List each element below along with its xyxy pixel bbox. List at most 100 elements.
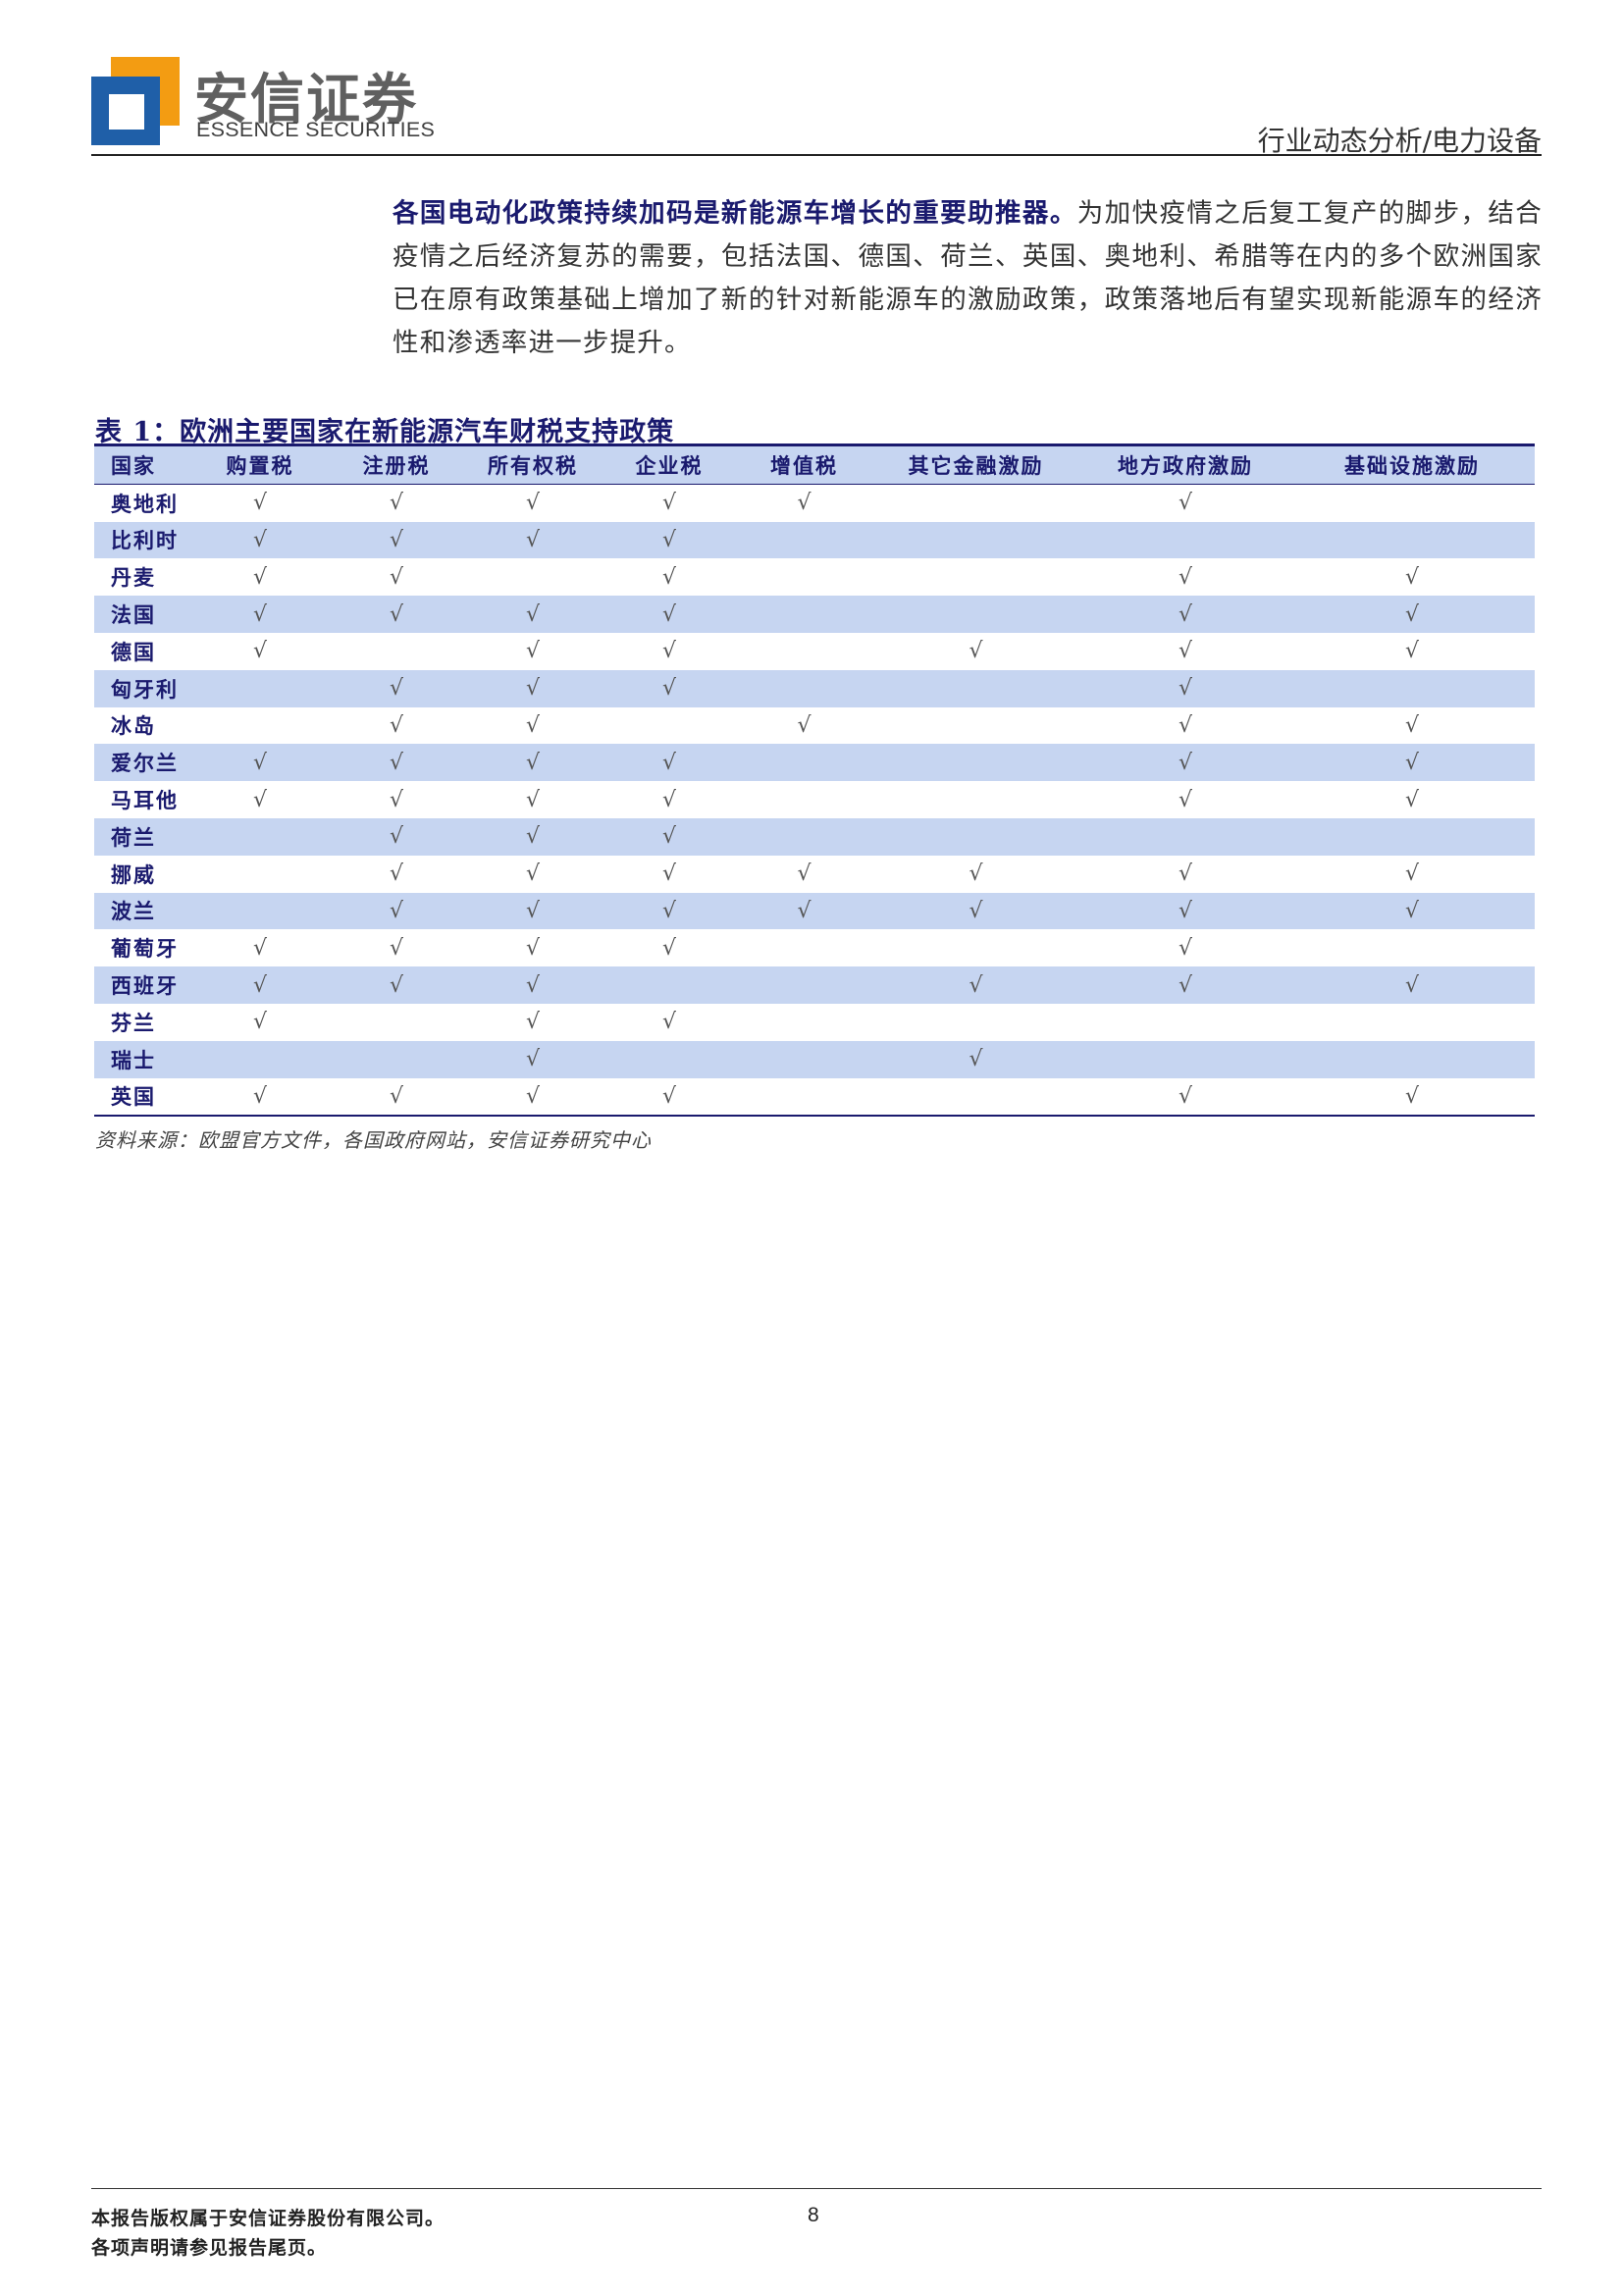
- check-cell: [192, 856, 328, 893]
- check-cell: √: [389, 861, 404, 887]
- check-cell: [1289, 1004, 1535, 1041]
- check-cell: √: [525, 639, 541, 664]
- check-cell: √: [661, 639, 677, 664]
- check-cell: [328, 1004, 465, 1041]
- check-cell: √: [525, 935, 541, 961]
- check-cell: √: [1178, 972, 1193, 998]
- country-cell: 瑞士: [111, 1047, 156, 1072]
- check-cell: √: [601, 1077, 738, 1118]
- policy-table: 国家 购置税 注册税 所有权税 企业税 增值税 其它金融激励 地方政府激励 基础设施激励 奥地利…: [94, 444, 1535, 1118]
- check-cell: √: [525, 787, 541, 812]
- check-cell: √: [969, 898, 983, 923]
- table-row: 荷兰 √ √ √: [94, 817, 1535, 856]
- check-cell: √: [1178, 898, 1193, 923]
- check-cell: √: [661, 676, 677, 702]
- check-cell: √: [328, 1077, 465, 1118]
- country-cell: 挪威: [111, 861, 156, 887]
- check-cell: √: [1404, 750, 1420, 775]
- table-row: 挪威 √ √ √ √ √ √ √: [94, 856, 1535, 893]
- check-cell: [870, 781, 1081, 818]
- check-cell: [738, 818, 870, 856]
- check-cell: √: [525, 1047, 541, 1072]
- page-number: 8: [808, 2204, 819, 2226]
- check-cell: [1081, 1041, 1289, 1078]
- check-cell: √: [252, 601, 268, 627]
- check-cell: √: [797, 491, 812, 516]
- check-cell: √: [1404, 601, 1420, 627]
- check-cell: √: [525, 1010, 541, 1035]
- check-cell: √: [252, 639, 268, 664]
- check-cell: √: [525, 861, 541, 887]
- check-cell: [1289, 1041, 1535, 1078]
- check-cell: √: [252, 935, 268, 961]
- column-header: 其它金融激励: [870, 444, 1081, 485]
- check-cell: [870, 1004, 1081, 1041]
- check-cell: [870, 929, 1081, 966]
- check-cell: √: [1404, 787, 1420, 812]
- check-cell: √: [661, 1010, 677, 1035]
- check-cell: √: [192, 1077, 328, 1118]
- table-row: 葡萄牙 √ √ √ √ √: [94, 929, 1535, 966]
- check-cell: [1289, 818, 1535, 856]
- copyright-notice: 本报告版权属于安信证券股份有限公司。: [91, 2208, 445, 2229]
- essence-logo-icon: [91, 57, 180, 145]
- check-cell: √: [389, 898, 404, 923]
- check-cell: √: [969, 1047, 983, 1072]
- check-cell: [870, 596, 1081, 633]
- check-cell: [1289, 484, 1535, 521]
- check-cell: √: [1404, 639, 1420, 664]
- check-cell: √: [1404, 861, 1420, 887]
- check-cell: [738, 929, 870, 966]
- check-cell: [738, 633, 870, 670]
- check-cell: √: [389, 601, 404, 627]
- column-header: 增值税: [738, 444, 870, 485]
- check-cell: √: [661, 601, 677, 627]
- check-cell: [738, 558, 870, 596]
- check-cell: √: [389, 527, 404, 552]
- check-cell: [1081, 818, 1289, 856]
- check-cell: √: [525, 898, 541, 923]
- check-cell: √: [252, 527, 268, 552]
- table-row: 丹麦 √ √ √ √ √: [94, 558, 1535, 596]
- check-cell: √: [525, 601, 541, 627]
- check-cell: [601, 1041, 738, 1078]
- table-row: 法国 √ √ √ √ √ √: [94, 596, 1535, 633]
- disclaimer-notice: 各项声明请参见报告尾页。: [91, 2237, 328, 2259]
- check-cell: √: [797, 898, 812, 923]
- check-cell: √: [1178, 601, 1193, 627]
- table-row: 德国 √ √ √ √ √ √: [94, 633, 1535, 670]
- check-cell: √: [1178, 676, 1193, 702]
- check-cell: √: [525, 972, 541, 998]
- table-row: 波兰 √ √ √ √ √ √ √: [94, 892, 1535, 930]
- check-cell: [328, 1041, 465, 1078]
- check-cell: √: [1178, 639, 1193, 664]
- check-cell: √: [797, 712, 812, 738]
- check-cell: √: [797, 861, 812, 887]
- check-cell: [738, 596, 870, 633]
- check-cell: [870, 522, 1081, 559]
- country-cell: 英国: [94, 1077, 192, 1118]
- check-cell: [870, 744, 1081, 781]
- check-cell: [738, 670, 870, 707]
- check-cell: √: [1178, 861, 1193, 887]
- table-row: 瑞士 √ √: [94, 1040, 1535, 1078]
- check-cell: [738, 1041, 870, 1078]
- check-cell: √: [525, 676, 541, 702]
- check-cell: √: [389, 491, 404, 516]
- column-header: 购置税: [192, 444, 328, 485]
- column-header-country: 国家: [94, 444, 192, 485]
- check-cell: √: [252, 972, 268, 998]
- column-header: 地方政府激励: [1081, 444, 1289, 485]
- check-cell: √: [969, 861, 983, 887]
- check-cell: [870, 707, 1081, 745]
- check-cell: √: [525, 712, 541, 738]
- check-cell: √: [1081, 1077, 1289, 1118]
- table-header-row: 国家 购置税 注册税 所有权税 企业税 增值税 其它金融激励 地方政府激励 基础设施激励: [94, 444, 1535, 485]
- check-cell: [192, 893, 328, 930]
- country-cell: 奥地利: [111, 491, 179, 516]
- table-row: 冰岛 √ √ √ √ √: [94, 707, 1535, 745]
- check-cell: √: [389, 824, 404, 850]
- check-cell: √: [1178, 491, 1193, 516]
- check-cell: [870, 558, 1081, 596]
- check-cell: [192, 707, 328, 745]
